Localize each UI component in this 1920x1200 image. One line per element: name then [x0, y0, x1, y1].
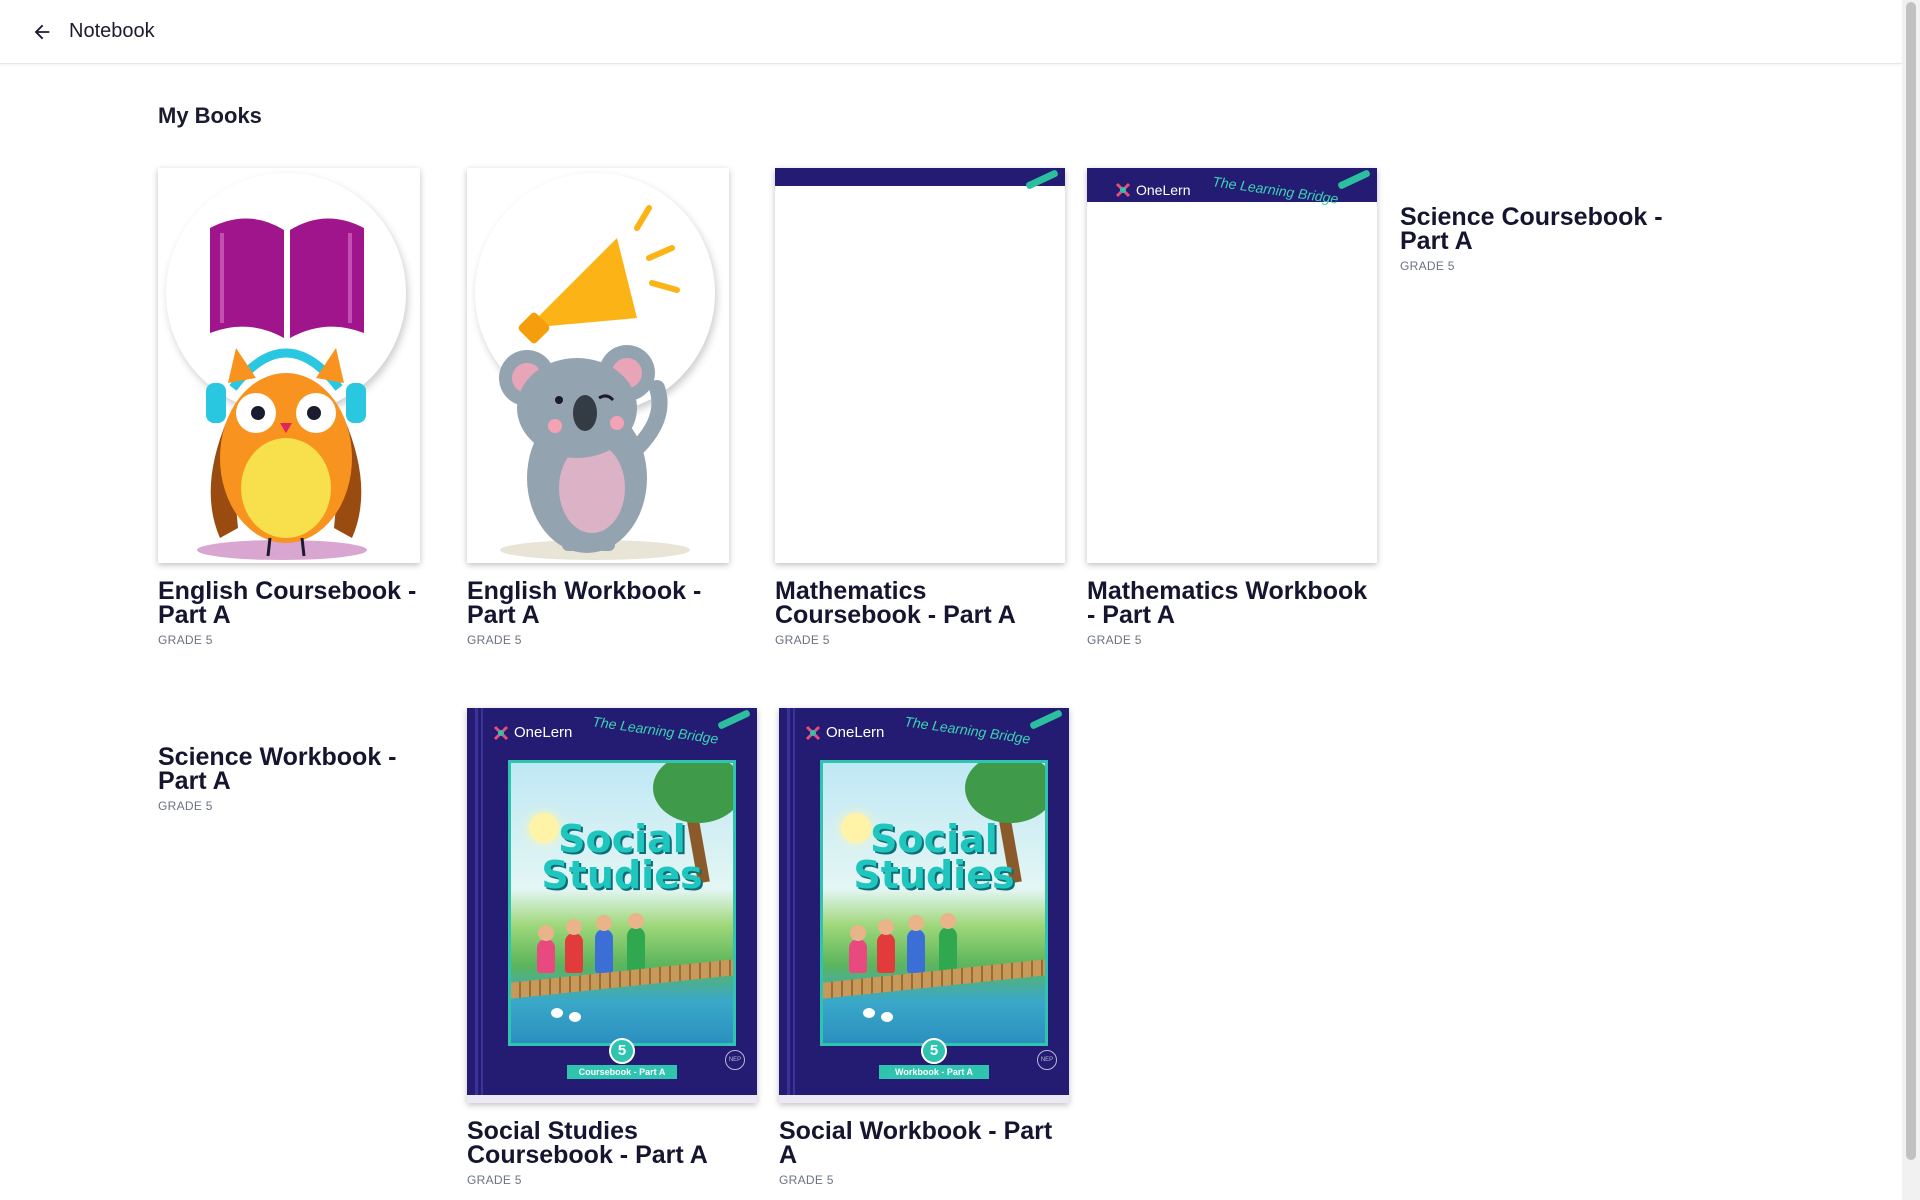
cover-header-strip: OneLern The Learning Bridge	[1087, 168, 1377, 207]
cover-illustration: Social Studies	[508, 760, 736, 1046]
book-card-social-workbook[interactable]: OneLern The Learning Bridge Social Studi…	[779, 708, 1069, 1187]
nep-stamp: NEP	[1037, 1050, 1057, 1070]
section-title: My Books	[158, 103, 262, 128]
book-card-mathematics-workbook[interactable]: OneLern The Learning Bridge Mathematics …	[1087, 168, 1377, 647]
book-grade: GRADE 5	[158, 799, 213, 813]
brand-name: OneLern	[514, 724, 573, 741]
book-title[interactable]: English Coursebook - Part A	[158, 579, 420, 628]
brand-name: OneLern	[826, 724, 885, 741]
book-grade: GRADE 5	[1400, 259, 1455, 273]
nep-stamp: NEP	[725, 1050, 745, 1070]
pencil-icon	[1025, 169, 1059, 190]
cover-ribbon: Coursebook - Part A	[567, 1065, 677, 1079]
owl-reading-illustration	[166, 173, 406, 560]
grade-badge: 5	[921, 1038, 947, 1064]
book-card-english-workbook[interactable]: English Workbook - Part A GRADE 5	[467, 168, 750, 647]
tree-icon	[965, 763, 1045, 823]
book-grade: GRADE 5	[467, 1173, 522, 1187]
ducks-illustration	[863, 1008, 903, 1022]
book-title[interactable]: English Workbook - Part A	[467, 579, 750, 628]
book-card-mathematics-coursebook[interactable]: Mathematics Coursebook - Part A GRADE 5	[775, 168, 1065, 647]
page-title: Notebook	[69, 20, 155, 42]
book-title[interactable]: Social Studies Coursebook - Part A	[467, 1119, 757, 1168]
cover-illustration: Social Studies	[820, 760, 1048, 1046]
children-illustration	[531, 913, 661, 973]
book-title[interactable]: Mathematics Workbook - Part A	[1087, 579, 1377, 628]
book-cover[interactable]	[467, 168, 729, 563]
book-grade: GRADE 5	[158, 633, 213, 647]
top-bar: Notebook	[0, 0, 1902, 64]
book-card-english-coursebook[interactable]: English Coursebook - Part A GRADE 5	[158, 168, 420, 647]
scrollbar-thumb[interactable]	[1906, 2, 1916, 1160]
cover-art-title: Social Studies	[541, 817, 703, 897]
pencil-icon	[1029, 709, 1063, 730]
book-grade: GRADE 5	[775, 633, 830, 647]
onelern-logo-icon	[493, 725, 509, 741]
cover-tagline: The Learning Bridge	[591, 713, 720, 747]
book-cover[interactable]	[158, 168, 420, 563]
cover-tagline: The Learning Bridge	[903, 713, 1032, 747]
pencil-icon	[1337, 169, 1371, 190]
book-cover[interactable]	[775, 168, 1065, 563]
cover-tagline: The Learning Bridge	[1211, 173, 1340, 207]
ducks-illustration	[551, 1008, 591, 1022]
onelern-logo: OneLern	[805, 724, 884, 741]
book-title[interactable]: Social Workbook - Part A	[779, 1119, 1069, 1168]
back-button[interactable]	[20, 10, 64, 54]
book-title[interactable]: Science Workbook - Part A	[158, 745, 448, 794]
cover-art-title: Social Studies	[853, 817, 1015, 897]
book-cover[interactable]: OneLern The Learning Bridge	[1087, 168, 1377, 563]
cover-header-strip	[775, 168, 1065, 190]
book-cover[interactable]: OneLern The Learning Bridge Social Studi…	[779, 708, 1069, 1103]
children-illustration	[843, 913, 973, 973]
arrow-left-icon	[34, 24, 50, 39]
book-grade: GRADE 5	[1087, 633, 1142, 647]
koala-megaphone-illustration	[475, 173, 715, 560]
pencil-icon	[717, 709, 751, 730]
book-card-science-coursebook[interactable]: Science Coursebook - Part A GRADE 5	[1400, 205, 1690, 274]
tree-icon	[653, 763, 733, 823]
book-title[interactable]: Mathematics Coursebook - Part A	[775, 579, 1065, 628]
cover-ribbon: Workbook - Part A	[879, 1065, 989, 1079]
book-title[interactable]: Science Coursebook - Part A	[1400, 205, 1690, 254]
book-grade: GRADE 5	[779, 1173, 834, 1187]
book-card-science-workbook[interactable]: Science Workbook - Part A GRADE 5	[158, 745, 448, 814]
onelern-logo: OneLern	[1115, 182, 1190, 198]
onelern-logo-icon	[1115, 182, 1131, 198]
brand-name: OneLern	[1136, 182, 1191, 198]
page-scrollbar[interactable]	[1902, 0, 1920, 1200]
onelern-logo-icon	[805, 725, 821, 741]
grade-badge: 5	[609, 1038, 635, 1064]
onelern-logo: OneLern	[493, 724, 572, 741]
book-card-social-studies-coursebook[interactable]: OneLern The Learning Bridge Social Studi…	[467, 708, 757, 1187]
book-grade: GRADE 5	[467, 633, 522, 647]
book-cover[interactable]: OneLern The Learning Bridge Social Studi…	[467, 708, 757, 1103]
